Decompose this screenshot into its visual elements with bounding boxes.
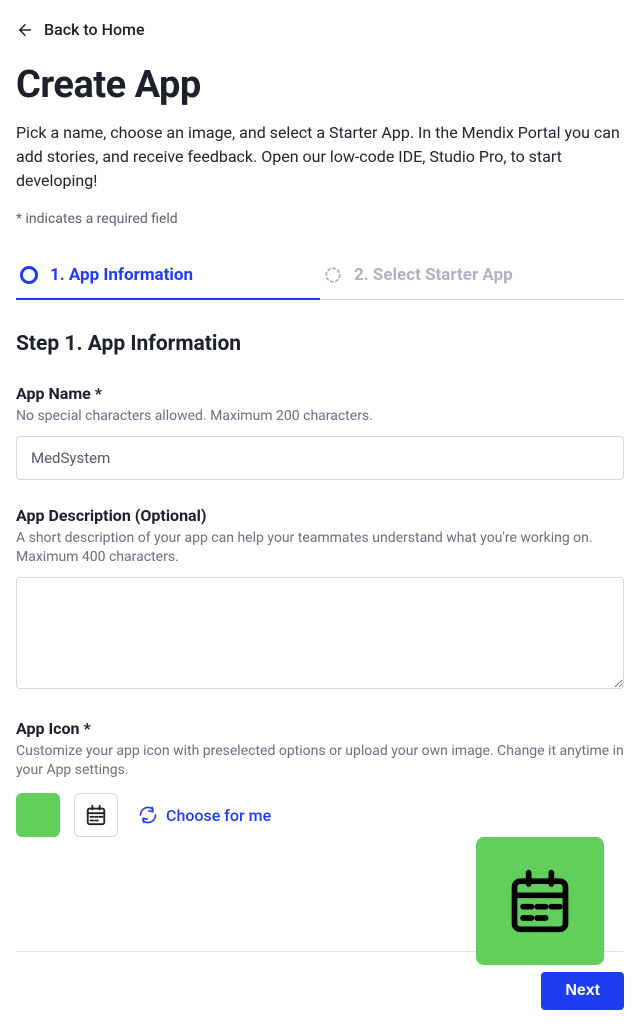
tab-label: 1. App Information — [50, 265, 193, 285]
choose-for-me-button[interactable]: Choose for me — [138, 805, 271, 825]
tab-label: 2. Select Starter App — [354, 265, 513, 285]
calendar-icon — [506, 867, 574, 935]
app-icon-preview — [476, 837, 604, 965]
step-indicator-pending-icon — [324, 266, 342, 284]
app-description-input[interactable] — [16, 577, 624, 689]
app-name-input[interactable] — [16, 436, 624, 480]
choose-for-me-label: Choose for me — [166, 806, 271, 825]
tab-app-information[interactable]: 1. App Information — [16, 255, 320, 299]
wizard-tabs: 1. App Information 2. Select Starter App — [16, 255, 624, 300]
step-title: Step 1. App Information — [16, 332, 624, 356]
app-name-label: App Name * — [16, 384, 624, 403]
back-label: Back to Home — [44, 20, 145, 39]
icon-picker-button[interactable] — [74, 793, 118, 837]
refresh-icon — [138, 805, 158, 825]
app-icon-label: App Icon * — [16, 719, 624, 738]
tab-select-starter-app: 2. Select Starter App — [320, 255, 624, 299]
field-app-name: App Name * No special characters allowed… — [16, 384, 624, 480]
app-name-help: No special characters allowed. Maximum 2… — [16, 407, 624, 426]
arrow-left-icon — [16, 21, 34, 39]
app-description-help: A short description of your app can help… — [16, 529, 624, 567]
app-icon-help: Customize your app icon with preselected… — [16, 742, 624, 780]
color-swatch[interactable] — [16, 793, 60, 837]
app-description-label: App Description (Optional) — [16, 506, 624, 525]
page-title: Create App — [16, 63, 624, 107]
calendar-icon — [85, 804, 107, 826]
field-app-icon: App Icon * Customize your app icon with … — [16, 719, 624, 924]
next-button[interactable]: Next — [541, 972, 624, 1010]
icon-options-row: Choose for me — [16, 793, 624, 837]
required-note: * indicates a required field — [16, 211, 624, 227]
back-to-home-link[interactable]: Back to Home — [16, 20, 145, 39]
wizard-footer: Next — [16, 972, 624, 1010]
page-lead: Pick a name, choose an image, and select… — [16, 121, 624, 193]
field-app-description: App Description (Optional) A short descr… — [16, 506, 624, 693]
step-indicator-active-icon — [20, 266, 38, 284]
